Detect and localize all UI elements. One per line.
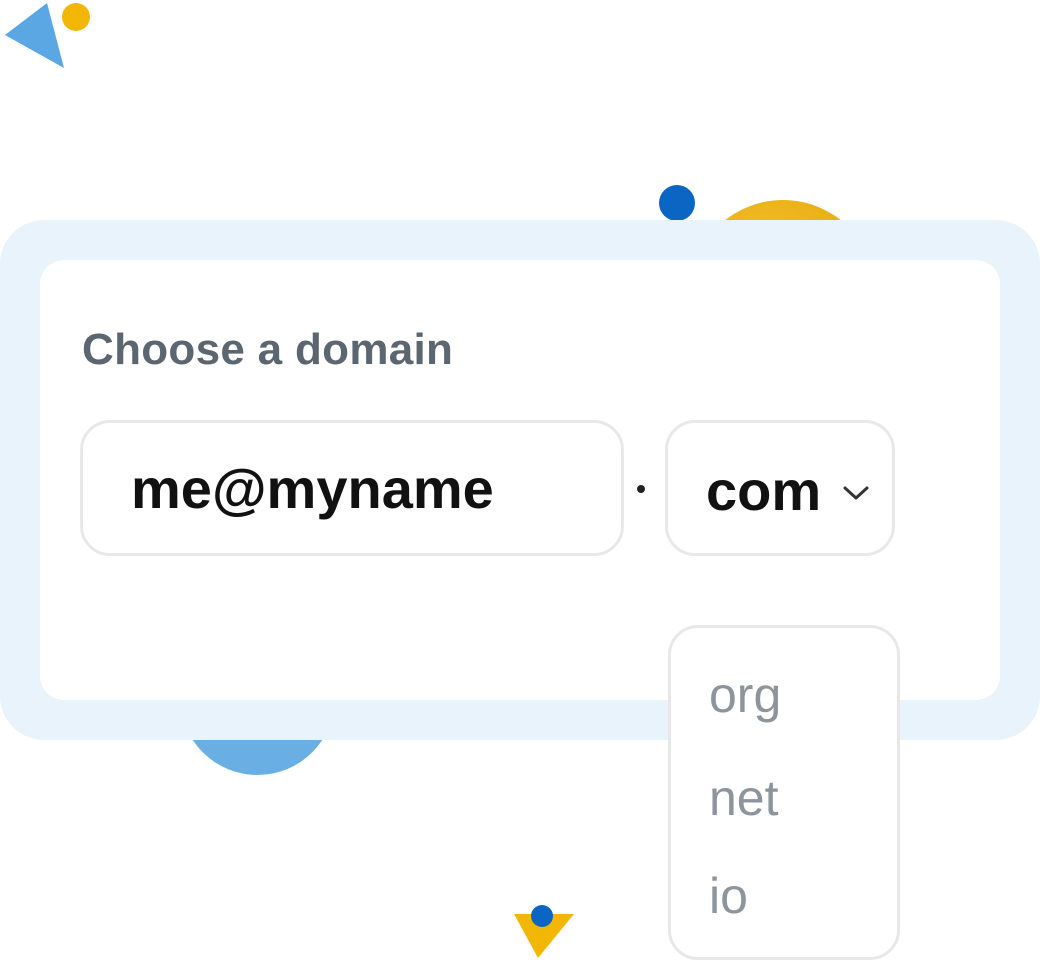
tld-option-io[interactable]: io [709,866,748,926]
dot-separator [637,485,645,493]
tld-dropdown: org net io [668,625,900,960]
yellow-dot-decoration [62,3,90,31]
card-title: Choose a domain [82,325,454,374]
tld-option-org[interactable]: org [709,665,781,725]
chevron-down-icon [843,486,869,500]
tld-select[interactable]: com [665,420,895,556]
blue-dot-decoration [659,185,695,221]
tld-option-net[interactable]: net [709,768,779,828]
domain-name-input[interactable] [80,420,624,556]
tld-selected-value: com [706,459,822,522]
yellow-triangle-decoration [514,905,574,958]
domain-picker-illustration: Choose a domain com org net io [0,0,1040,960]
